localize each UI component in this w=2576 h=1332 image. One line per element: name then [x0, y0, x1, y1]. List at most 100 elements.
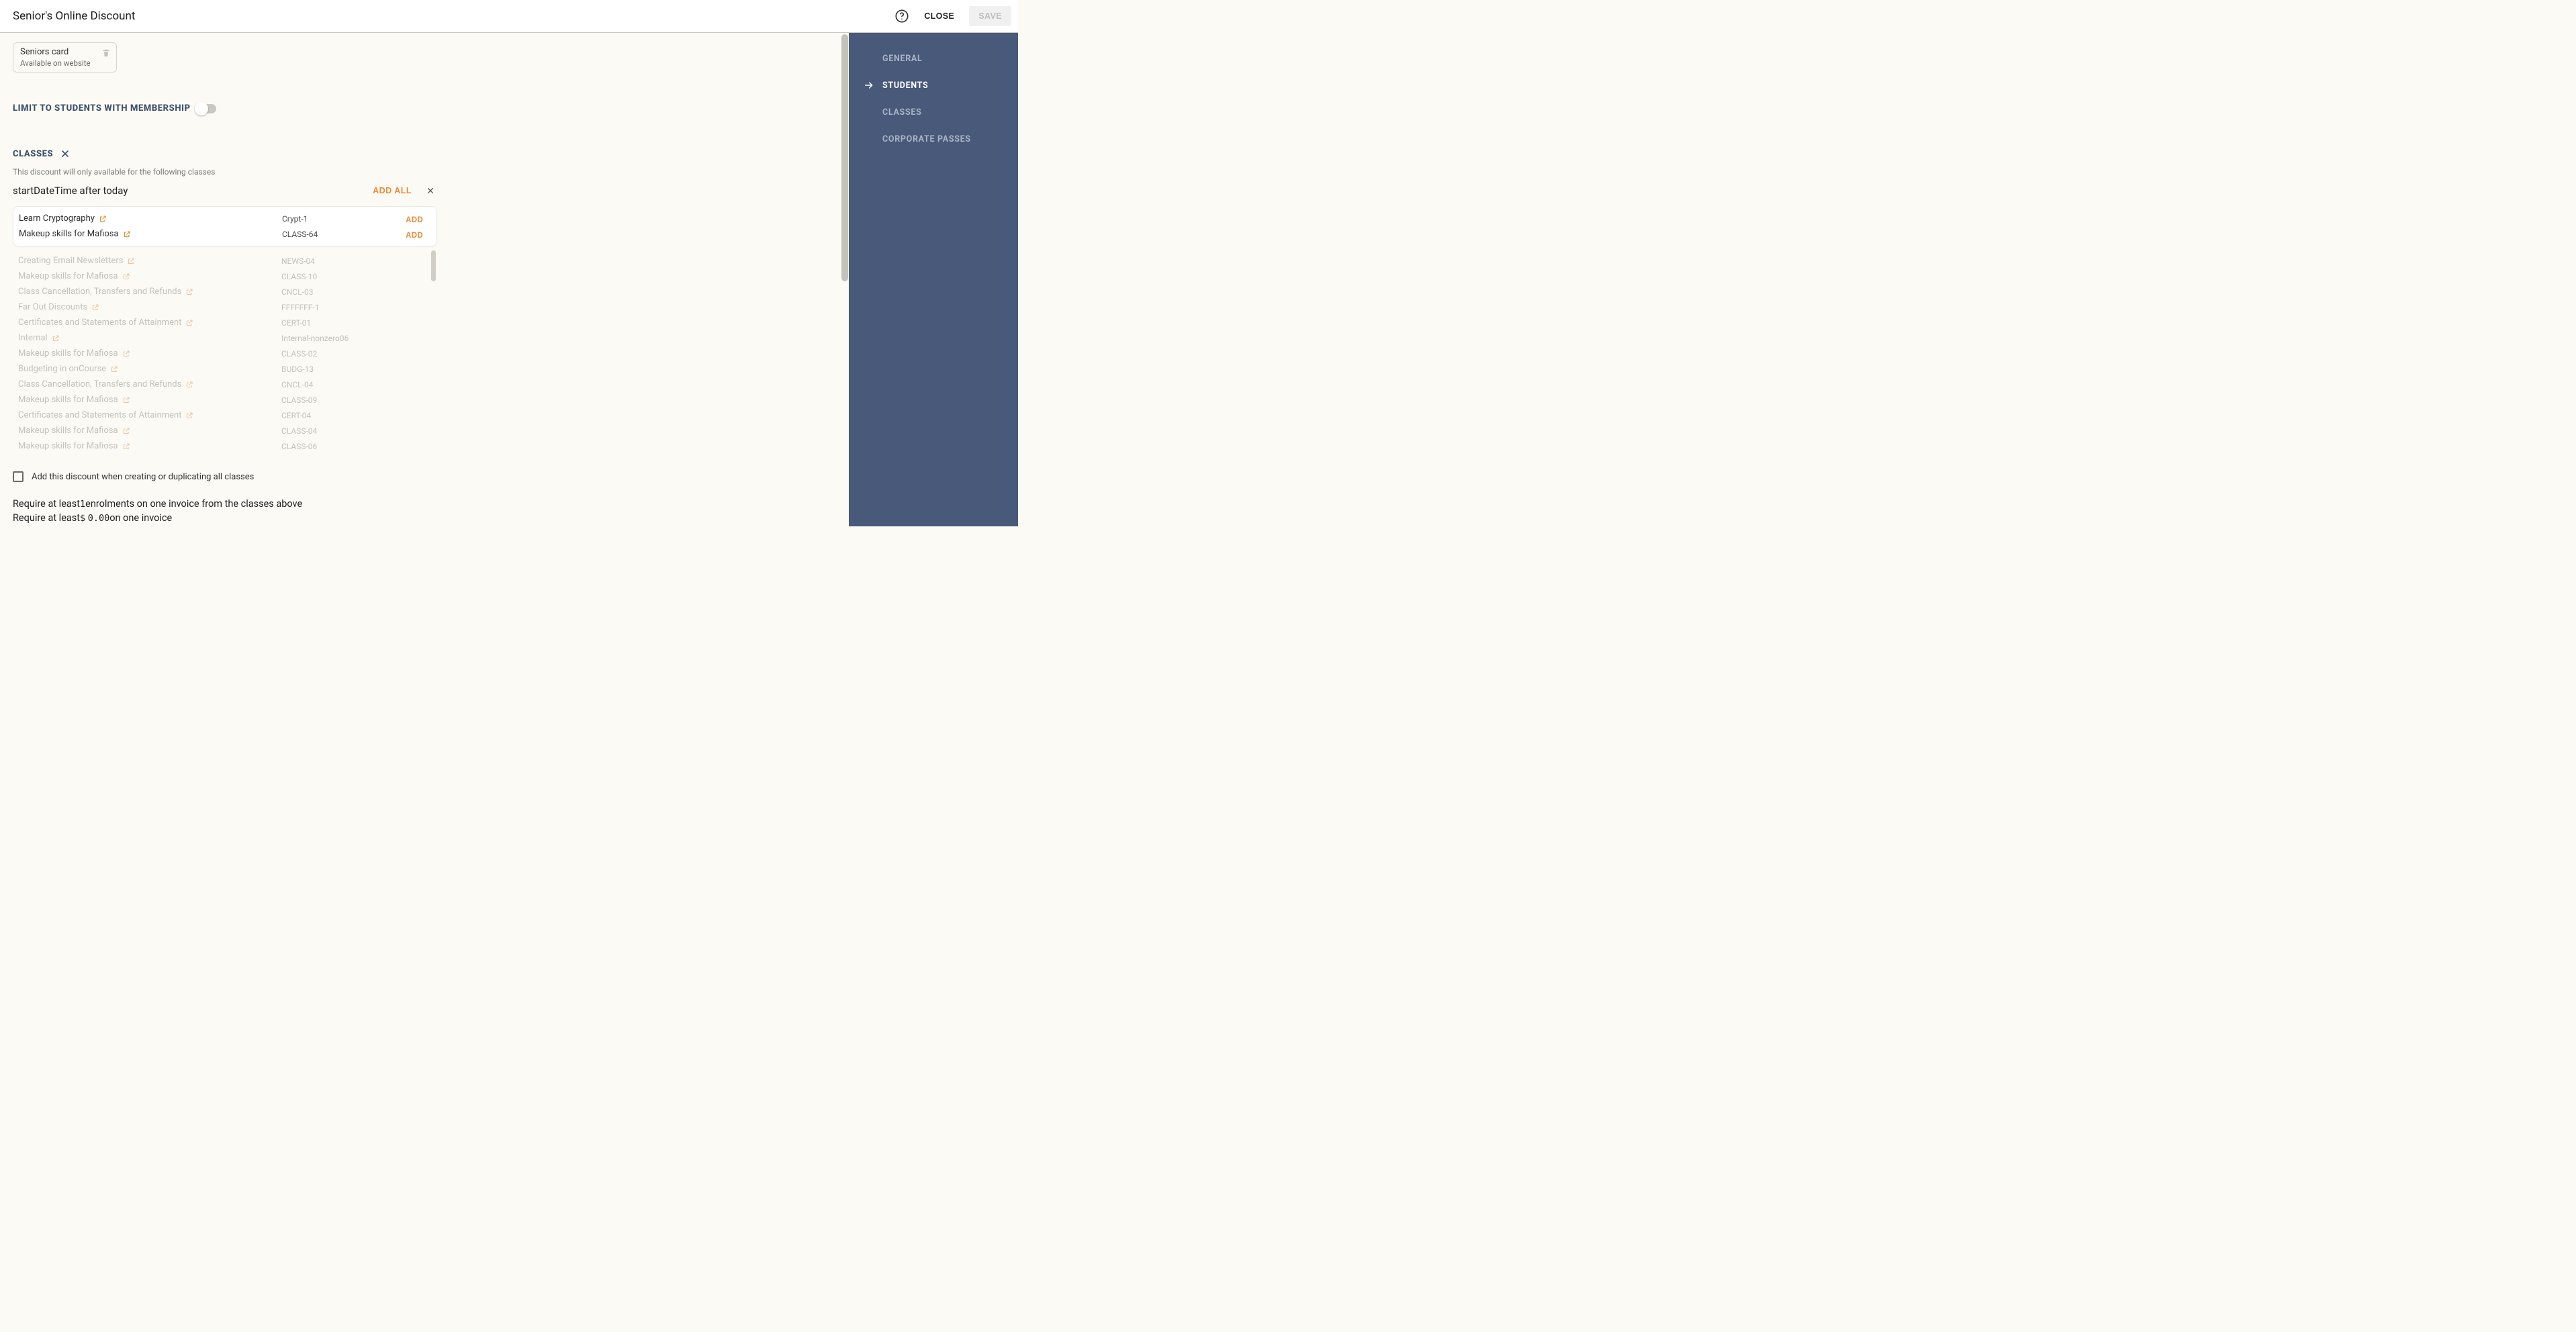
chip-title: Seniors card: [20, 47, 92, 57]
class-code: CLASS-64: [282, 230, 383, 239]
class-name: Creating Email Newsletters: [18, 256, 281, 266]
class-code: BUDG-13: [281, 365, 382, 374]
list-item[interactable]: Makeup skills for MafiosaCLASS-04: [18, 423, 437, 438]
trash-icon[interactable]: [101, 48, 111, 58]
sidebar-item-classes[interactable]: CLASSES: [849, 99, 1018, 126]
list-item[interactable]: Makeup skills for Mafiosa CLASS-06: [18, 438, 437, 454]
require-enrolments-line: Require at least1enrolments on one invoi…: [13, 498, 836, 510]
class-name: Makeup skills for Mafiosa: [19, 229, 282, 239]
class-code: Crypt-1: [282, 214, 383, 224]
class-code: CLASS-06: [281, 442, 382, 451]
list-item[interactable]: Creating Email Newsletters NEWS-04: [18, 253, 437, 269]
class-name: Certificates and Statements of Attainmen…: [18, 410, 281, 420]
list-item[interactable]: Budgeting in onCourseBUDG-13: [18, 361, 437, 377]
sidebar-item-students[interactable]: STUDENTS: [849, 72, 1018, 99]
help-icon[interactable]: [894, 9, 909, 23]
open-link-icon[interactable]: [52, 334, 60, 342]
add-button[interactable]: ADD: [406, 216, 423, 224]
class-name-text: Class Cancellation, Transfers and Refund…: [18, 379, 181, 389]
open-link-icon[interactable]: [122, 273, 130, 281]
class-name-text: Internal: [18, 333, 48, 343]
list-item[interactable]: Makeup skills for Mafiosa CLASS-09: [18, 392, 437, 408]
classes-subtext: This discount will only available for th…: [13, 167, 836, 177]
req1-value[interactable]: 1: [80, 499, 85, 510]
list-item[interactable]: Certificates and Statements of Attainmen…: [18, 315, 437, 330]
open-link-icon[interactable]: [185, 381, 193, 389]
open-link-icon[interactable]: [110, 365, 118, 373]
main-scrollbar-track[interactable]: [839, 33, 849, 526]
class-name-text: Makeup skills for Mafiosa: [18, 441, 118, 451]
open-link-icon[interactable]: [122, 427, 130, 435]
class-name-text: Class Cancellation, Transfers and Refund…: [18, 287, 181, 297]
sidebar-item-corporate-passes[interactable]: CORPORATE PASSES: [849, 126, 1018, 152]
sidebar-item-general[interactable]: GENERAL: [849, 45, 1018, 72]
open-link-icon[interactable]: [122, 396, 130, 404]
list-item[interactable]: Far Out Discounts FFFFFFF-1: [18, 299, 437, 315]
req1-prefix: Require at least: [13, 498, 80, 510]
open-link-icon[interactable]: [185, 319, 193, 327]
available-classes-list[interactable]: Creating Email Newsletters NEWS-04 Makeup …: [13, 250, 437, 455]
open-link-icon[interactable]: [99, 215, 107, 223]
open-link-icon[interactable]: [123, 230, 131, 238]
class-code: CLASS-04: [281, 426, 382, 436]
list-item[interactable]: Makeup skills for MafiosaCLASS-10: [18, 269, 437, 284]
add-discount-checkbox-row: Add this discount when creating or dupli…: [13, 471, 836, 482]
close-button[interactable]: CLOSE: [919, 7, 960, 25]
class-name-text: Creating Email Newsletters: [18, 256, 123, 266]
class-code: CNCL-03: [281, 287, 382, 297]
req2-amount[interactable]: 0.00: [88, 513, 110, 524]
class-code: FFFFFFF-1: [281, 303, 382, 312]
list-item[interactable]: InternalInternal-nonzero06: [18, 330, 437, 346]
header-actions: CLOSE SAVE: [894, 6, 1011, 26]
class-name-text: Far Out Discounts: [18, 302, 87, 312]
arrow-right-icon: [864, 80, 874, 91]
open-link-icon[interactable]: [185, 412, 193, 420]
list-item[interactable]: Class Cancellation, Transfers and Refund…: [18, 377, 437, 392]
membership-toggle[interactable]: [196, 104, 216, 113]
add-button[interactable]: ADD: [406, 232, 423, 240]
list-item[interactable]: Certificates and Statements of Attainmen…: [18, 408, 437, 423]
class-name-text: Makeup skills for Mafiosa: [18, 395, 118, 405]
main-scrollbar-thumb[interactable]: [841, 34, 848, 281]
req2-currency: $: [80, 513, 85, 524]
list-scrollbar[interactable]: [431, 250, 436, 281]
add-all-button[interactable]: ADD ALL: [373, 186, 412, 195]
list-item[interactable]: Class Cancellation, Transfers and Refund…: [18, 284, 437, 299]
add-discount-checkbox[interactable]: [13, 471, 24, 482]
open-link-icon[interactable]: [185, 288, 193, 296]
concession-card-chip[interactable]: Seniors card Available on website: [13, 42, 117, 73]
suggestion-row[interactable]: Makeup skills for Mafiosa CLASS-64 ADD: [13, 226, 436, 242]
class-code: CNCL-04: [281, 380, 382, 389]
body: Seniors card Available on website LIMIT …: [0, 33, 1018, 526]
open-link-icon[interactable]: [122, 350, 130, 358]
save-button[interactable]: SAVE: [969, 6, 1011, 26]
req2-prefix: Require at least: [13, 512, 80, 524]
class-name: Certificates and Statements of Attainmen…: [18, 318, 281, 328]
open-link-icon[interactable]: [122, 442, 130, 450]
class-search-row: startDateTime after today ADD ALL: [13, 185, 836, 197]
list-item[interactable]: Makeup skills for MafiosaCLASS-08: [18, 454, 437, 455]
list-item[interactable]: Makeup skills for MafiosaCLASS-02: [18, 346, 437, 361]
class-name: Budgeting in onCourse: [18, 364, 281, 374]
main-content[interactable]: Seniors card Available on website LIMIT …: [0, 33, 849, 526]
class-search-input[interactable]: startDateTime after today ADD ALL: [13, 185, 436, 197]
require-amount-line: Require at least$ 0.00on one invoice: [13, 512, 836, 524]
class-name: Makeup skills for Mafiosa: [18, 395, 281, 405]
toggle-knob: [195, 102, 208, 115]
class-code: CERT-04: [281, 411, 382, 420]
close-icon[interactable]: [60, 148, 71, 159]
open-link-icon[interactable]: [127, 257, 135, 265]
app-root: Senior's Online Discount CLOSE SAVE Seni…: [0, 0, 1018, 526]
class-name: Makeup skills for Mafiosa: [18, 426, 281, 436]
class-code: CLASS-09: [281, 395, 382, 405]
clear-search-icon[interactable]: [425, 185, 436, 196]
class-code: NEWS-04: [281, 256, 382, 266]
open-link-icon[interactable]: [91, 303, 99, 312]
class-code: CLASS-10: [281, 272, 382, 281]
suggestion-row[interactable]: Learn Cryptography Crypt-1 ADD: [13, 211, 436, 226]
sidebar-item-label: GENERAL: [882, 54, 922, 64]
class-name: Makeup skills for Mafiosa: [18, 441, 281, 451]
class-name-text: Learn Cryptography: [19, 213, 95, 224]
sidebar-item-label: CLASSES: [882, 107, 921, 117]
classes-heading: CLASSES: [13, 149, 53, 159]
